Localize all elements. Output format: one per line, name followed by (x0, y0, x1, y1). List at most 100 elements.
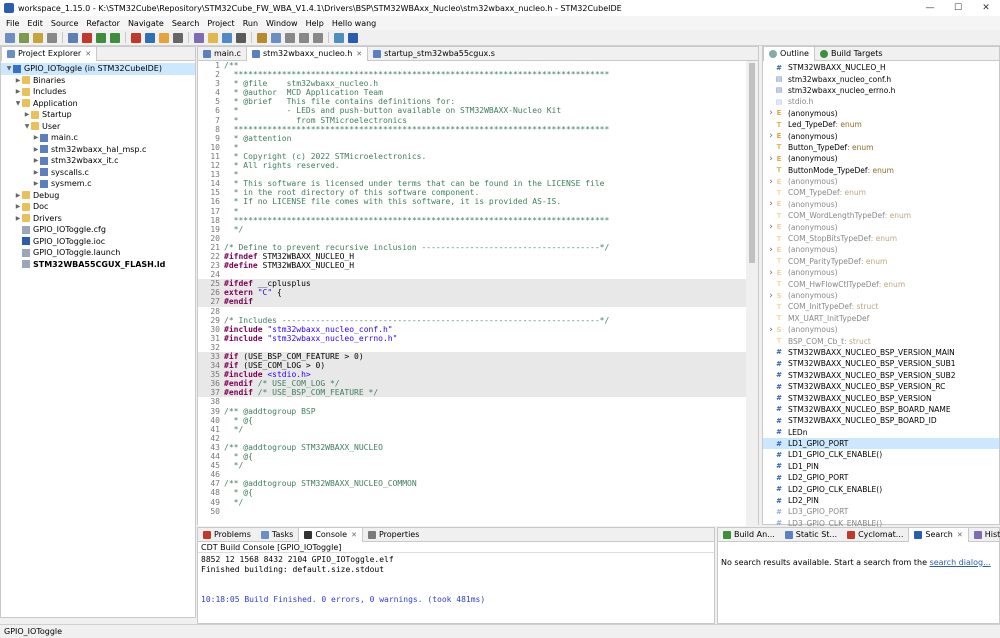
toolbar-tool-icon[interactable] (313, 32, 323, 43)
chevron-right-icon[interactable]: ▶ (14, 77, 22, 84)
close-icon[interactable]: ✕ (957, 528, 963, 542)
toolbar-tool-icon[interactable] (5, 32, 15, 43)
outline-item[interactable]: # LD3_GPIO_PORT (763, 506, 999, 517)
chevron-right-icon[interactable]: › (767, 268, 775, 278)
tree-item[interactable]: ▶ Doc (1, 201, 195, 213)
menu-search[interactable]: Search (168, 19, 203, 28)
toolbar-tool-icon[interactable] (348, 32, 358, 43)
tree-item[interactable]: ▼ User (1, 121, 195, 133)
tree-item[interactable]: ▶ Startup (1, 109, 195, 121)
outline-item[interactable]: › E (anonymous) (763, 221, 999, 232)
chevron-right-icon[interactable]: ▶ (32, 134, 40, 141)
search-dialog-link[interactable]: search dialog... (930, 558, 991, 567)
toolbar-tool-icon[interactable] (334, 32, 344, 43)
outline-item[interactable]: ▤ stm32wbaxx_nucleo_errno.h (763, 85, 999, 96)
outline-item[interactable]: › S (anonymous) (763, 324, 999, 335)
tab-static-st-[interactable]: Static St... (780, 528, 842, 542)
tab-properties[interactable]: Properties (363, 528, 424, 542)
tree-item[interactable]: ▶ Includes (1, 86, 195, 98)
outline-item[interactable]: T Led_TypeDef : enum (763, 119, 999, 130)
outline-item[interactable]: › S (anonymous) (763, 290, 999, 301)
outline-item[interactable]: T COM_StopBitsTypeDef : enum (763, 233, 999, 244)
outline-item[interactable]: # LD2_PIN (763, 495, 999, 506)
outline-item[interactable]: # STM32WBAXX_NUCLEO_BSP_VERSION_SUB2 (763, 370, 999, 381)
outline-item[interactable]: T COM_ParityTypeDef : enum (763, 256, 999, 267)
menu-run[interactable]: Run (239, 19, 262, 28)
toolbar-tool-icon[interactable] (222, 32, 232, 43)
outline-item[interactable]: T MX_UART_InitTypeDef (763, 313, 999, 324)
tab-build-an-[interactable]: Build An... (718, 528, 780, 542)
chevron-right-icon[interactable]: ▶ (32, 169, 40, 176)
close-button[interactable]: ✕ (972, 0, 1000, 16)
toolbar-tool-icon[interactable] (285, 32, 295, 43)
toolbar-tool-icon[interactable] (82, 32, 92, 43)
tree-item[interactable]: ▶ main.c (1, 132, 195, 144)
outline-item[interactable]: › E (anonymous) (763, 267, 999, 278)
console-output[interactable]: 8852 12 1568 8432 2104 GPIO_IOToggle.elf… (198, 553, 714, 605)
chevron-right-icon[interactable]: ▶ (23, 111, 31, 118)
tab-build-targets[interactable]: Build Targets (815, 47, 888, 61)
toolbar-tool-icon[interactable] (47, 32, 57, 43)
toolbar-tool-icon[interactable] (194, 32, 204, 43)
close-icon[interactable]: ✕ (351, 528, 357, 542)
tree-item[interactable]: ▶ Binaries (1, 75, 195, 87)
menu-file[interactable]: File (2, 19, 23, 28)
editor-scrollbar[interactable] (746, 61, 758, 526)
tree-item[interactable]: ▶ Debug (1, 190, 195, 202)
menu-edit[interactable]: Edit (23, 19, 47, 28)
tree-item[interactable]: ▶ syscalls.c (1, 167, 195, 179)
chevron-right-icon[interactable]: ▶ (32, 180, 40, 187)
menu-window[interactable]: Window (262, 19, 302, 28)
chevron-right-icon[interactable]: › (767, 325, 775, 335)
outline-item[interactable]: # LD1_GPIO_CLK_ENABLE() (763, 449, 999, 460)
outline-item[interactable]: T COM_TypeDef : enum (763, 187, 999, 198)
toolbar-tool-icon[interactable] (110, 32, 120, 43)
chevron-right-icon[interactable]: ▶ (14, 215, 22, 222)
outline-item[interactable]: # STM32WBAXX_NUCLEO_BSP_VERSION_RC (763, 381, 999, 392)
toolbar-tool-icon[interactable] (159, 32, 169, 43)
tree-item[interactable]: ▶ Drivers (1, 213, 195, 225)
outline-item[interactable]: › E (anonymous) (763, 176, 999, 187)
tab-problems[interactable]: Problems (198, 528, 256, 542)
chevron-right-icon[interactable]: ▶ (14, 192, 22, 199)
toolbar-tool-icon[interactable] (173, 32, 183, 43)
outline-item[interactable]: ▤ stdio.h (763, 96, 999, 107)
chevron-right-icon[interactable]: › (767, 108, 775, 118)
outline-item[interactable]: # STM32WBAXX_NUCLEO_H (763, 62, 999, 73)
tree-item[interactable]: ▶ sysmem.c (1, 178, 195, 190)
tree-item[interactable]: GPIO_IOToggle.cfg (1, 224, 195, 236)
outline-item[interactable]: # STM32WBAXX_NUCLEO_BSP_BOARD_ID (763, 415, 999, 426)
chevron-right-icon[interactable]: ▶ (32, 146, 40, 153)
outline-item[interactable]: T ButtonMode_TypeDef : enum (763, 165, 999, 176)
outline-item[interactable]: › E (anonymous) (763, 199, 999, 210)
toolbar-tool-icon[interactable] (96, 32, 106, 43)
outline-item[interactable]: ▤ stm32wbaxx_nucleo_conf.h (763, 73, 999, 84)
chevron-right-icon[interactable]: › (767, 291, 775, 301)
menu-help[interactable]: Help (302, 19, 328, 28)
tree-item[interactable]: ▼ Application (1, 98, 195, 110)
chevron-right-icon[interactable]: › (767, 222, 775, 232)
chevron-down-icon[interactable]: ▼ (14, 100, 22, 107)
outline-item[interactable]: › E (anonymous) (763, 244, 999, 255)
outline-item[interactable]: › E (anonymous) (763, 153, 999, 164)
menu-hello-wang[interactable]: Hello wang (328, 19, 380, 28)
outline-item[interactable]: › E (anonymous) (763, 108, 999, 119)
outline-item[interactable]: T Button_TypeDef : enum (763, 142, 999, 153)
chevron-down-icon[interactable]: ▼ (5, 65, 13, 72)
toolbar-tool-icon[interactable] (145, 32, 155, 43)
chevron-right-icon[interactable]: › (767, 199, 775, 209)
chevron-right-icon[interactable]: › (767, 177, 775, 187)
chevron-down-icon[interactable]: ▼ (23, 123, 31, 130)
chevron-right-icon[interactable]: › (767, 131, 775, 141)
tree-item[interactable]: ▶ stm32wbaxx_it.c (1, 155, 195, 167)
outline-item[interactable]: T COM_WordLengthTypeDef : enum (763, 210, 999, 221)
tab-editor-file[interactable]: main.c (198, 47, 246, 61)
outline-item[interactable]: T BSP_COM_Cb_t : struct (763, 335, 999, 346)
tab-project-explorer[interactable]: Project Explorer ✕ (1, 46, 98, 61)
outline-item[interactable]: # STM32WBAXX_NUCLEO_BSP_VERSION_MAIN (763, 347, 999, 358)
toolbar-tool-icon[interactable] (68, 32, 78, 43)
tab-search[interactable]: Search ✕ (908, 527, 969, 542)
tree-item[interactable]: ▼ GPIO_IOToggle (in STM32CubeIDE) (1, 63, 195, 75)
outline-item[interactable]: › E (anonymous) (763, 130, 999, 141)
chevron-right-icon[interactable]: › (767, 245, 775, 255)
